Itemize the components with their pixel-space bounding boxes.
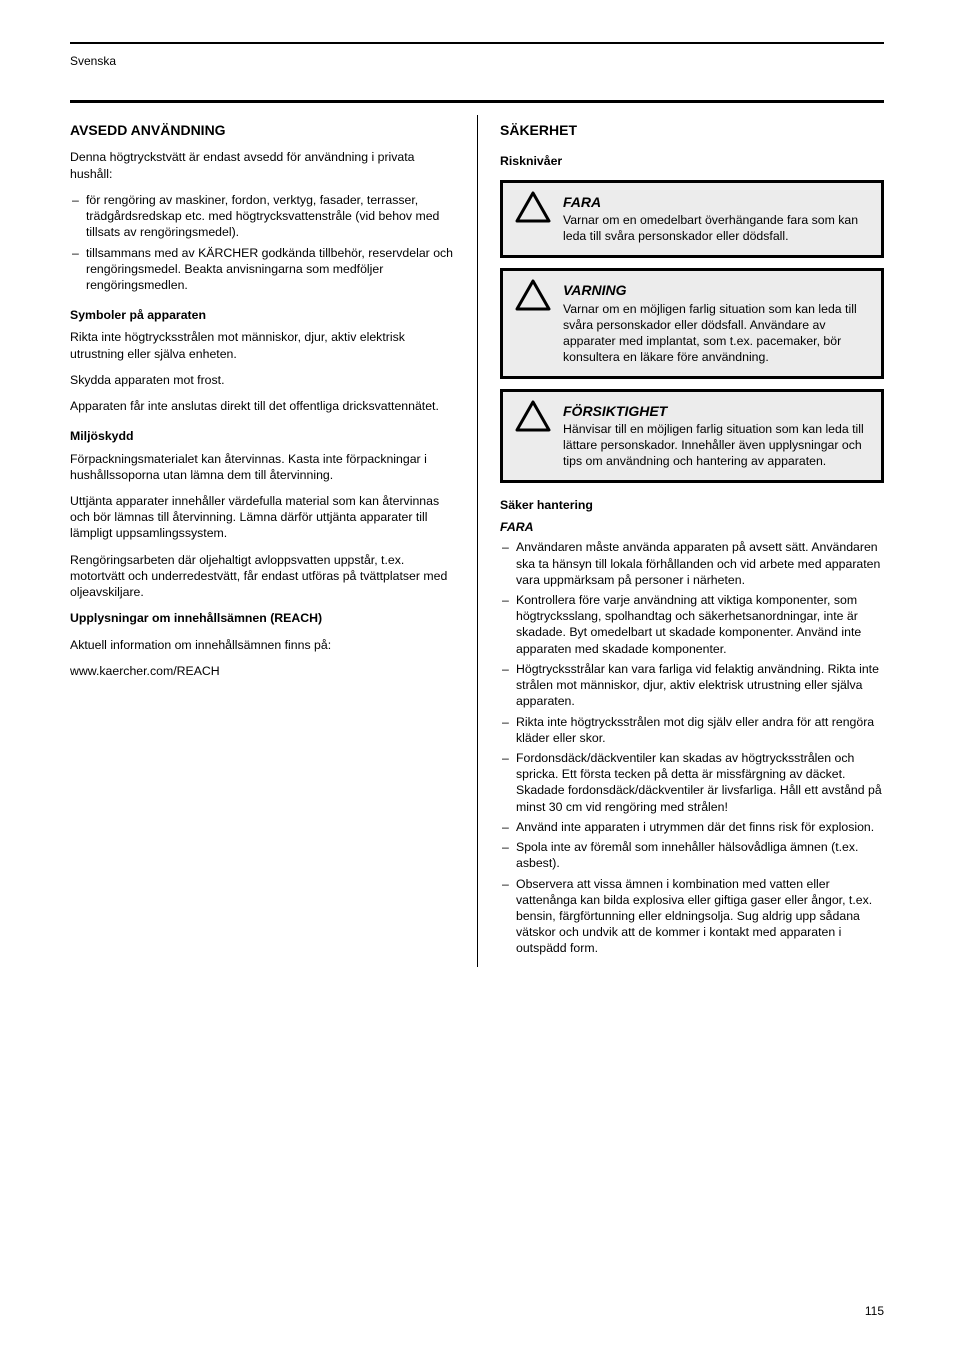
paragraph: Förpackningsmaterialet kan återvinnas. K…: [70, 451, 455, 483]
page-number: 115: [865, 1304, 884, 1318]
paragraph: Rengöringsarbeten där oljehaltigt avlopp…: [70, 552, 455, 601]
subheading-environment: Miljöskydd: [70, 428, 455, 444]
list-item: Använd inte apparaten i utrymmen där det…: [502, 819, 884, 835]
section-title-intended-use: AVSEDD ANVÄNDNING: [70, 121, 455, 139]
warning-title: FARA: [563, 193, 869, 211]
subheading-safe-handling: Säker hantering: [500, 497, 884, 513]
column-right: SÄKERHET Risknivåer FARA Varnar om en om…: [477, 115, 884, 967]
list-item: Spola inte av föremål som innehåller häl…: [502, 839, 884, 871]
paragraph: Apparaten får inte anslutas direkt till …: [70, 398, 455, 414]
warning-box-warning: VARNING Varnar om en möjligen farlig sit…: [500, 268, 884, 378]
document-page: Svenska AVSEDD ANVÄNDNING Denna högtryck…: [0, 0, 954, 1352]
subheading-symbols: Symboler på apparaten: [70, 307, 455, 323]
warning-triangle-icon: [515, 191, 551, 223]
bullet-list: Användaren måste använda apparaten på av…: [500, 539, 884, 956]
warning-box-caution: FÖRSIKTIGHET Hänvisar till en möjligen f…: [500, 389, 884, 483]
paragraph: Uttjänta apparater innehåller värdefulla…: [70, 493, 455, 542]
column-left: AVSEDD ANVÄNDNING Denna högtryckstvätt ä…: [70, 115, 477, 967]
list-item: Rikta inte högtrycksstrålen mot dig själ…: [502, 714, 884, 746]
rule-thick: [70, 100, 884, 103]
list-item: tillsammans med av KÄRCHER godkända till…: [72, 245, 455, 294]
section-title-safety: SÄKERHET: [500, 121, 884, 139]
paragraph: Aktuell information om innehållsämnen fi…: [70, 637, 455, 653]
list-item: Kontrollera före varje användning att vi…: [502, 592, 884, 657]
paragraph: Skydda apparaten mot frost.: [70, 372, 455, 388]
warning-triangle-icon: [515, 279, 551, 311]
subheading-risk-levels: Risknivåer: [500, 153, 884, 169]
reach-note: Upplysningar om innehållsämnen (REACH): [70, 610, 455, 626]
warning-text: Varnar om en möjligen farlig situation s…: [563, 302, 869, 366]
paragraph: www.kaercher.com/REACH: [70, 663, 455, 679]
list-item: Användaren måste använda apparaten på av…: [502, 539, 884, 588]
warning-triangle-icon: [515, 400, 551, 432]
list-item: Fordonsdäck/däckventiler kan skadas av h…: [502, 750, 884, 815]
danger-inline-heading: FARA: [500, 519, 884, 535]
warning-box-danger: FARA Varnar om en omedelbart överhängand…: [500, 180, 884, 258]
two-column-layout: AVSEDD ANVÄNDNING Denna högtryckstvätt ä…: [70, 115, 884, 967]
paragraph: Rikta inte högtrycksstrålen mot människo…: [70, 329, 455, 361]
list-item: för rengöring av maskiner, fordon, verkt…: [72, 192, 455, 241]
bullet-list: för rengöring av maskiner, fordon, verkt…: [70, 192, 455, 293]
warning-text: Varnar om en omedelbart överhängande far…: [563, 213, 869, 245]
rule-top: [70, 42, 884, 44]
language-label: Svenska: [70, 54, 884, 68]
note-label: Upplysningar om innehållsämnen (REACH): [70, 611, 322, 625]
warning-text: Hänvisar till en möjligen farlig situati…: [563, 422, 869, 470]
paragraph: Denna högtryckstvätt är endast avsedd fö…: [70, 149, 455, 181]
list-item: Observera att vissa ämnen i kombination …: [502, 876, 884, 957]
warning-title: VARNING: [563, 281, 869, 299]
warning-title: FÖRSIKTIGHET: [563, 402, 869, 420]
list-item: Högtrycksstrålar kan vara farliga vid fe…: [502, 661, 884, 710]
